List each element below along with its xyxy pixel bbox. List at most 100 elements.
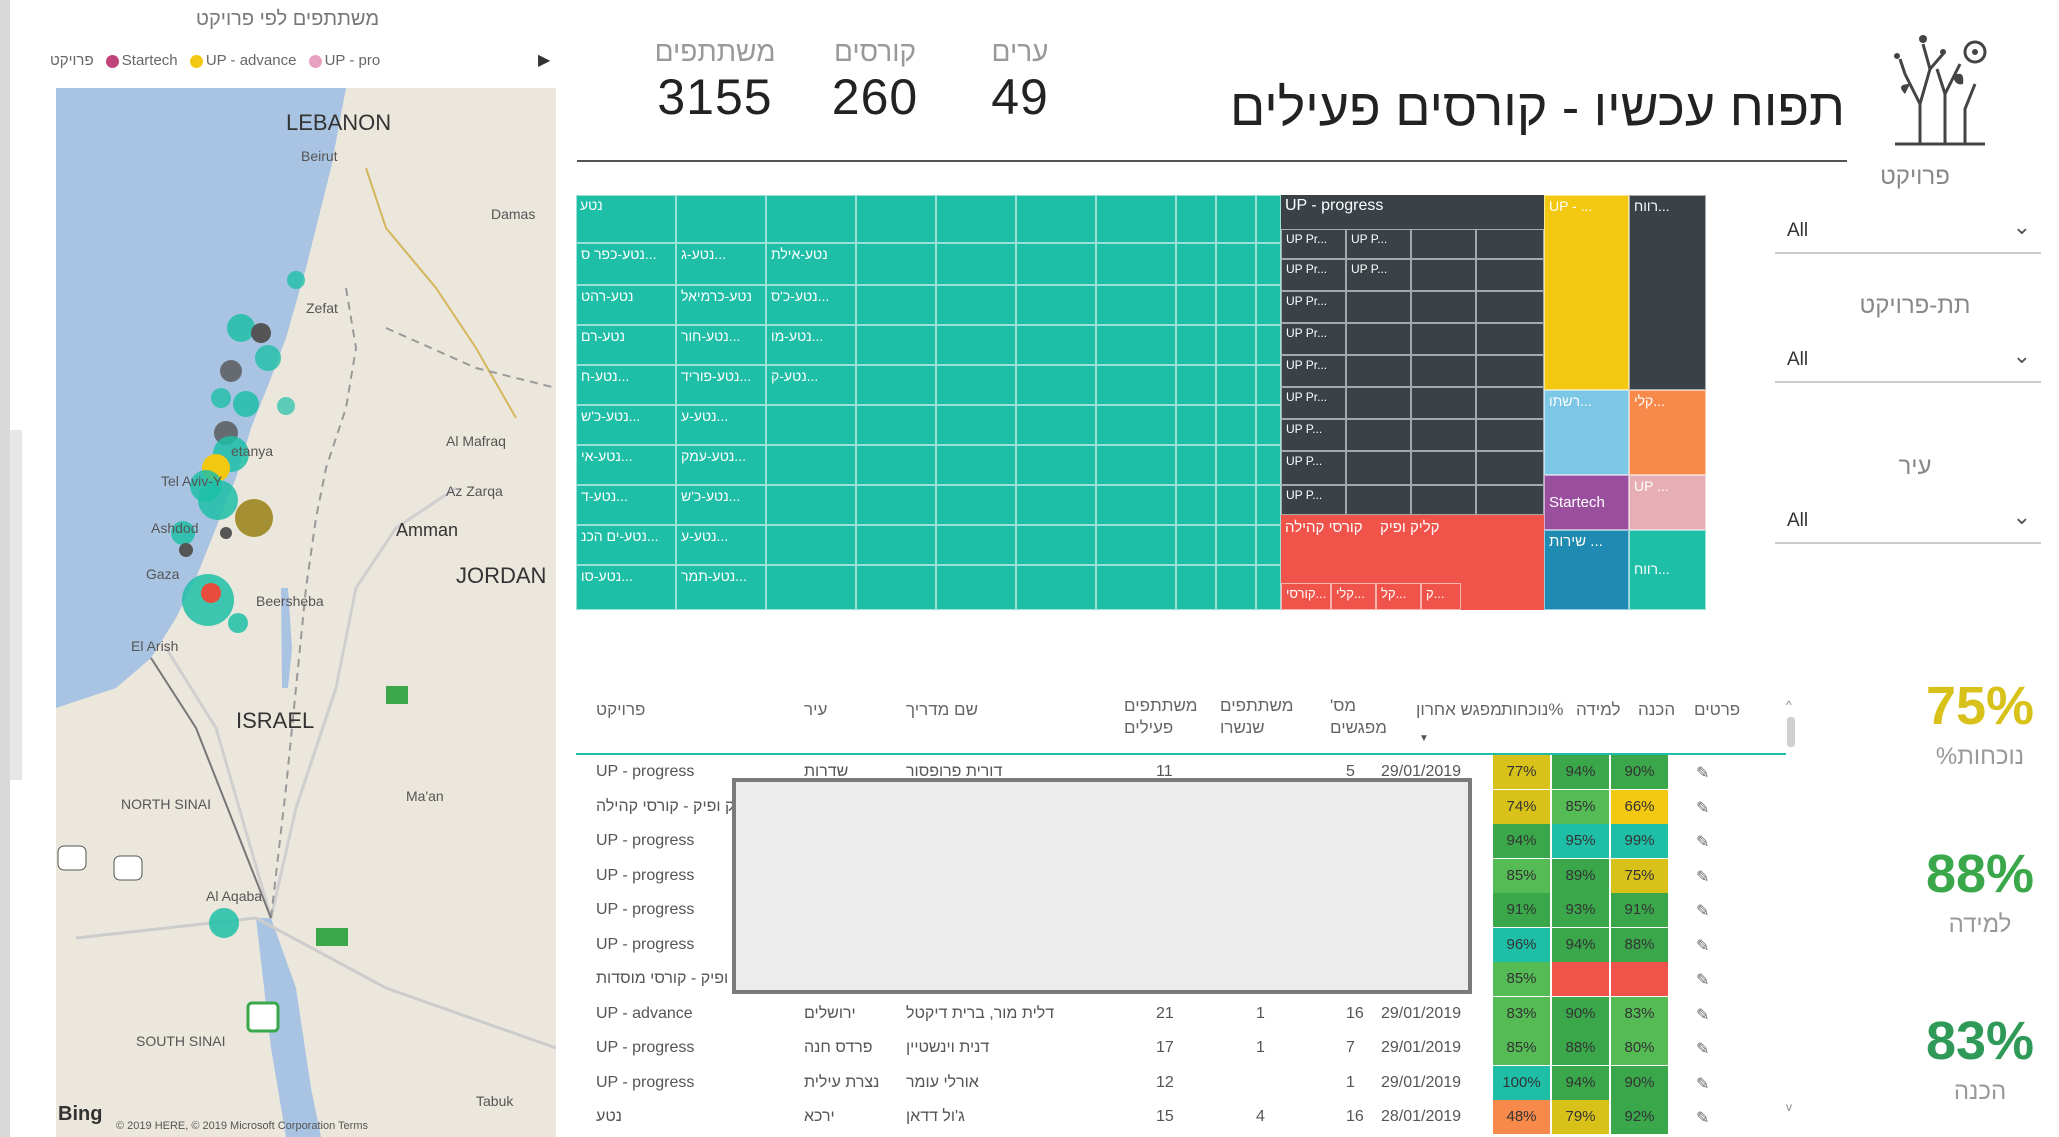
treemap-cell[interactable] xyxy=(936,485,1016,525)
legend-item[interactable]: UP - advance xyxy=(206,52,297,69)
treemap-cell[interactable] xyxy=(1256,525,1281,565)
details-icon[interactable]: ✎ xyxy=(1696,763,1709,783)
treemap-cell[interactable] xyxy=(1256,365,1281,405)
details-icon[interactable]: ✎ xyxy=(1696,1005,1709,1025)
column-header[interactable]: מס' מפגשים xyxy=(1330,695,1390,739)
treemap-cell[interactable] xyxy=(936,445,1016,485)
treemap-cell[interactable]: נטע-תמר... xyxy=(676,565,766,610)
details-icon[interactable]: ✎ xyxy=(1696,867,1709,887)
treemap-cell[interactable] xyxy=(1256,565,1281,610)
legend-next-icon[interactable]: ▶ xyxy=(538,50,550,70)
treemap-cell[interactable] xyxy=(856,405,936,445)
treemap-cell[interactable]: נטע-כפר ס... xyxy=(576,243,676,285)
treemap-cell[interactable] xyxy=(1411,229,1476,259)
details-icon[interactable]: ✎ xyxy=(1696,936,1709,956)
slicer-city[interactable]: All ⌄ xyxy=(1775,498,2041,544)
treemap-cell[interactable] xyxy=(1411,419,1476,451)
treemap-cell[interactable]: UP - ... xyxy=(1544,195,1629,390)
details-icon[interactable]: ✎ xyxy=(1696,1108,1709,1128)
treemap-cell[interactable]: ק... xyxy=(1421,583,1461,610)
treemap-cell[interactable] xyxy=(856,445,936,485)
map-canvas[interactable]: LEBANON Beirut Damas Zefat etanya Tel Av… xyxy=(56,88,556,1137)
treemap-cell[interactable] xyxy=(1216,243,1256,285)
treemap-cell[interactable] xyxy=(856,365,936,405)
treemap-cell[interactable] xyxy=(1216,485,1256,525)
slicer-project[interactable]: All ⌄ xyxy=(1775,208,2041,254)
treemap-cell[interactable]: UP P... xyxy=(1281,485,1346,515)
treemap-cell[interactable]: נטע-מו... xyxy=(766,325,856,365)
treemap-group-up-progress[interactable]: UP Pr... UP Pr... UP Pr... UP Pr... UP Pr...… xyxy=(1281,195,1544,515)
column-header[interactable]: משתתפים פעילים xyxy=(1124,695,1204,739)
treemap-cell[interactable] xyxy=(936,525,1016,565)
treemap-cell[interactable] xyxy=(1256,445,1281,485)
treemap-cell[interactable]: UP P... xyxy=(1281,419,1346,451)
treemap-cell[interactable] xyxy=(1346,485,1411,515)
treemap-cell[interactable] xyxy=(766,405,856,445)
table-scrollbar[interactable]: ^ v xyxy=(1783,695,1799,1115)
treemap-cell[interactable] xyxy=(1176,405,1216,445)
details-icon[interactable]: ✎ xyxy=(1696,798,1709,818)
treemap-cell[interactable]: UP Pr... xyxy=(1281,259,1346,291)
treemap-cell[interactable] xyxy=(856,485,936,525)
treemap-cell[interactable]: נטע-ח... xyxy=(576,365,676,405)
treemap-cell[interactable] xyxy=(1256,485,1281,525)
treemap-cell[interactable]: UP P... xyxy=(1346,259,1411,291)
treemap-cell[interactable]: נטע-ע... xyxy=(676,405,766,445)
treemap-cell[interactable]: נטע-ע... xyxy=(676,525,766,565)
treemap-cell[interactable] xyxy=(1016,405,1096,445)
treemap-cell[interactable] xyxy=(1346,387,1411,419)
treemap-cell[interactable] xyxy=(1016,285,1096,325)
treemap-cell[interactable] xyxy=(1346,451,1411,485)
treemap-cell[interactable] xyxy=(1096,325,1176,365)
treemap-cell[interactable] xyxy=(1016,565,1096,610)
column-header[interactable]: משתתפים שנשרו xyxy=(1220,695,1300,739)
details-icon[interactable]: ✎ xyxy=(1696,901,1709,921)
treemap-cell[interactable] xyxy=(1176,365,1216,405)
treemap-cell[interactable]: נטע-כ'ס... xyxy=(766,285,856,325)
treemap-visual[interactable]: נטע-כפר ס... נטע-רהט נטע-רם נטע-ח... נטע-כ'ש… xyxy=(576,195,1706,610)
table-row[interactable]: UP - progress נצרת עילית אורלי עומר 12 1 29/0… xyxy=(576,1065,1791,1100)
treemap-cell[interactable] xyxy=(1176,243,1216,285)
treemap-cell[interactable]: נטע-כרמיאל xyxy=(676,285,766,325)
chevron-down-icon[interactable]: ⌄ xyxy=(2013,504,2031,530)
treemap-cell[interactable] xyxy=(856,243,936,285)
treemap-cell[interactable]: רווח... xyxy=(1629,195,1706,390)
treemap-cell[interactable] xyxy=(1216,525,1256,565)
treemap-cell[interactable] xyxy=(1016,445,1096,485)
column-header[interactable]: שם מדריך xyxy=(906,699,978,721)
treemap-cell[interactable]: נטע-ים הכנ... xyxy=(576,525,676,565)
treemap-cell[interactable] xyxy=(1216,365,1256,405)
treemap-cell[interactable]: UP P... xyxy=(1281,451,1346,485)
treemap-cell[interactable] xyxy=(1016,525,1096,565)
treemap-cell[interactable] xyxy=(1216,445,1256,485)
column-header[interactable]: מפגש אחרון xyxy=(1416,699,1502,721)
treemap-cell[interactable]: נטע-רהט xyxy=(576,285,676,325)
treemap-cell[interactable] xyxy=(1256,243,1281,285)
treemap-cell[interactable] xyxy=(1346,291,1411,323)
details-icon[interactable]: ✎ xyxy=(1696,832,1709,852)
treemap-cell[interactable] xyxy=(1176,525,1216,565)
treemap-cell[interactable] xyxy=(676,195,766,243)
treemap-cell[interactable] xyxy=(856,565,936,610)
treemap-cell[interactable] xyxy=(1411,451,1476,485)
treemap-cell[interactable] xyxy=(1216,325,1256,365)
treemap-cell[interactable] xyxy=(1016,485,1096,525)
treemap-cell[interactable]: שירות ... xyxy=(1544,530,1629,610)
treemap-cell[interactable] xyxy=(936,565,1016,610)
treemap-cell[interactable] xyxy=(1096,195,1176,243)
treemap-cell[interactable] xyxy=(1476,485,1544,515)
treemap-cell[interactable]: נטע-אילת xyxy=(766,243,856,285)
treemap-cell[interactable] xyxy=(936,405,1016,445)
table-row[interactable]: UP - advance ירושלים דלית מור, ברית דיקטל 2… xyxy=(576,996,1791,1031)
treemap-cell[interactable] xyxy=(766,445,856,485)
treemap-cell[interactable]: קלי... xyxy=(1629,390,1706,475)
treemap-cell[interactable] xyxy=(1476,355,1544,387)
treemap-cell[interactable] xyxy=(856,525,936,565)
treemap-cell[interactable] xyxy=(1476,291,1544,323)
treemap-cell[interactable] xyxy=(1216,285,1256,325)
treemap-cell[interactable] xyxy=(1176,485,1216,525)
treemap-cell[interactable]: נטע-ד... xyxy=(576,485,676,525)
details-icon[interactable]: ✎ xyxy=(1696,1039,1709,1059)
treemap-cell[interactable] xyxy=(1176,195,1216,243)
sort-down-icon[interactable]: ▼ xyxy=(1419,733,1429,744)
